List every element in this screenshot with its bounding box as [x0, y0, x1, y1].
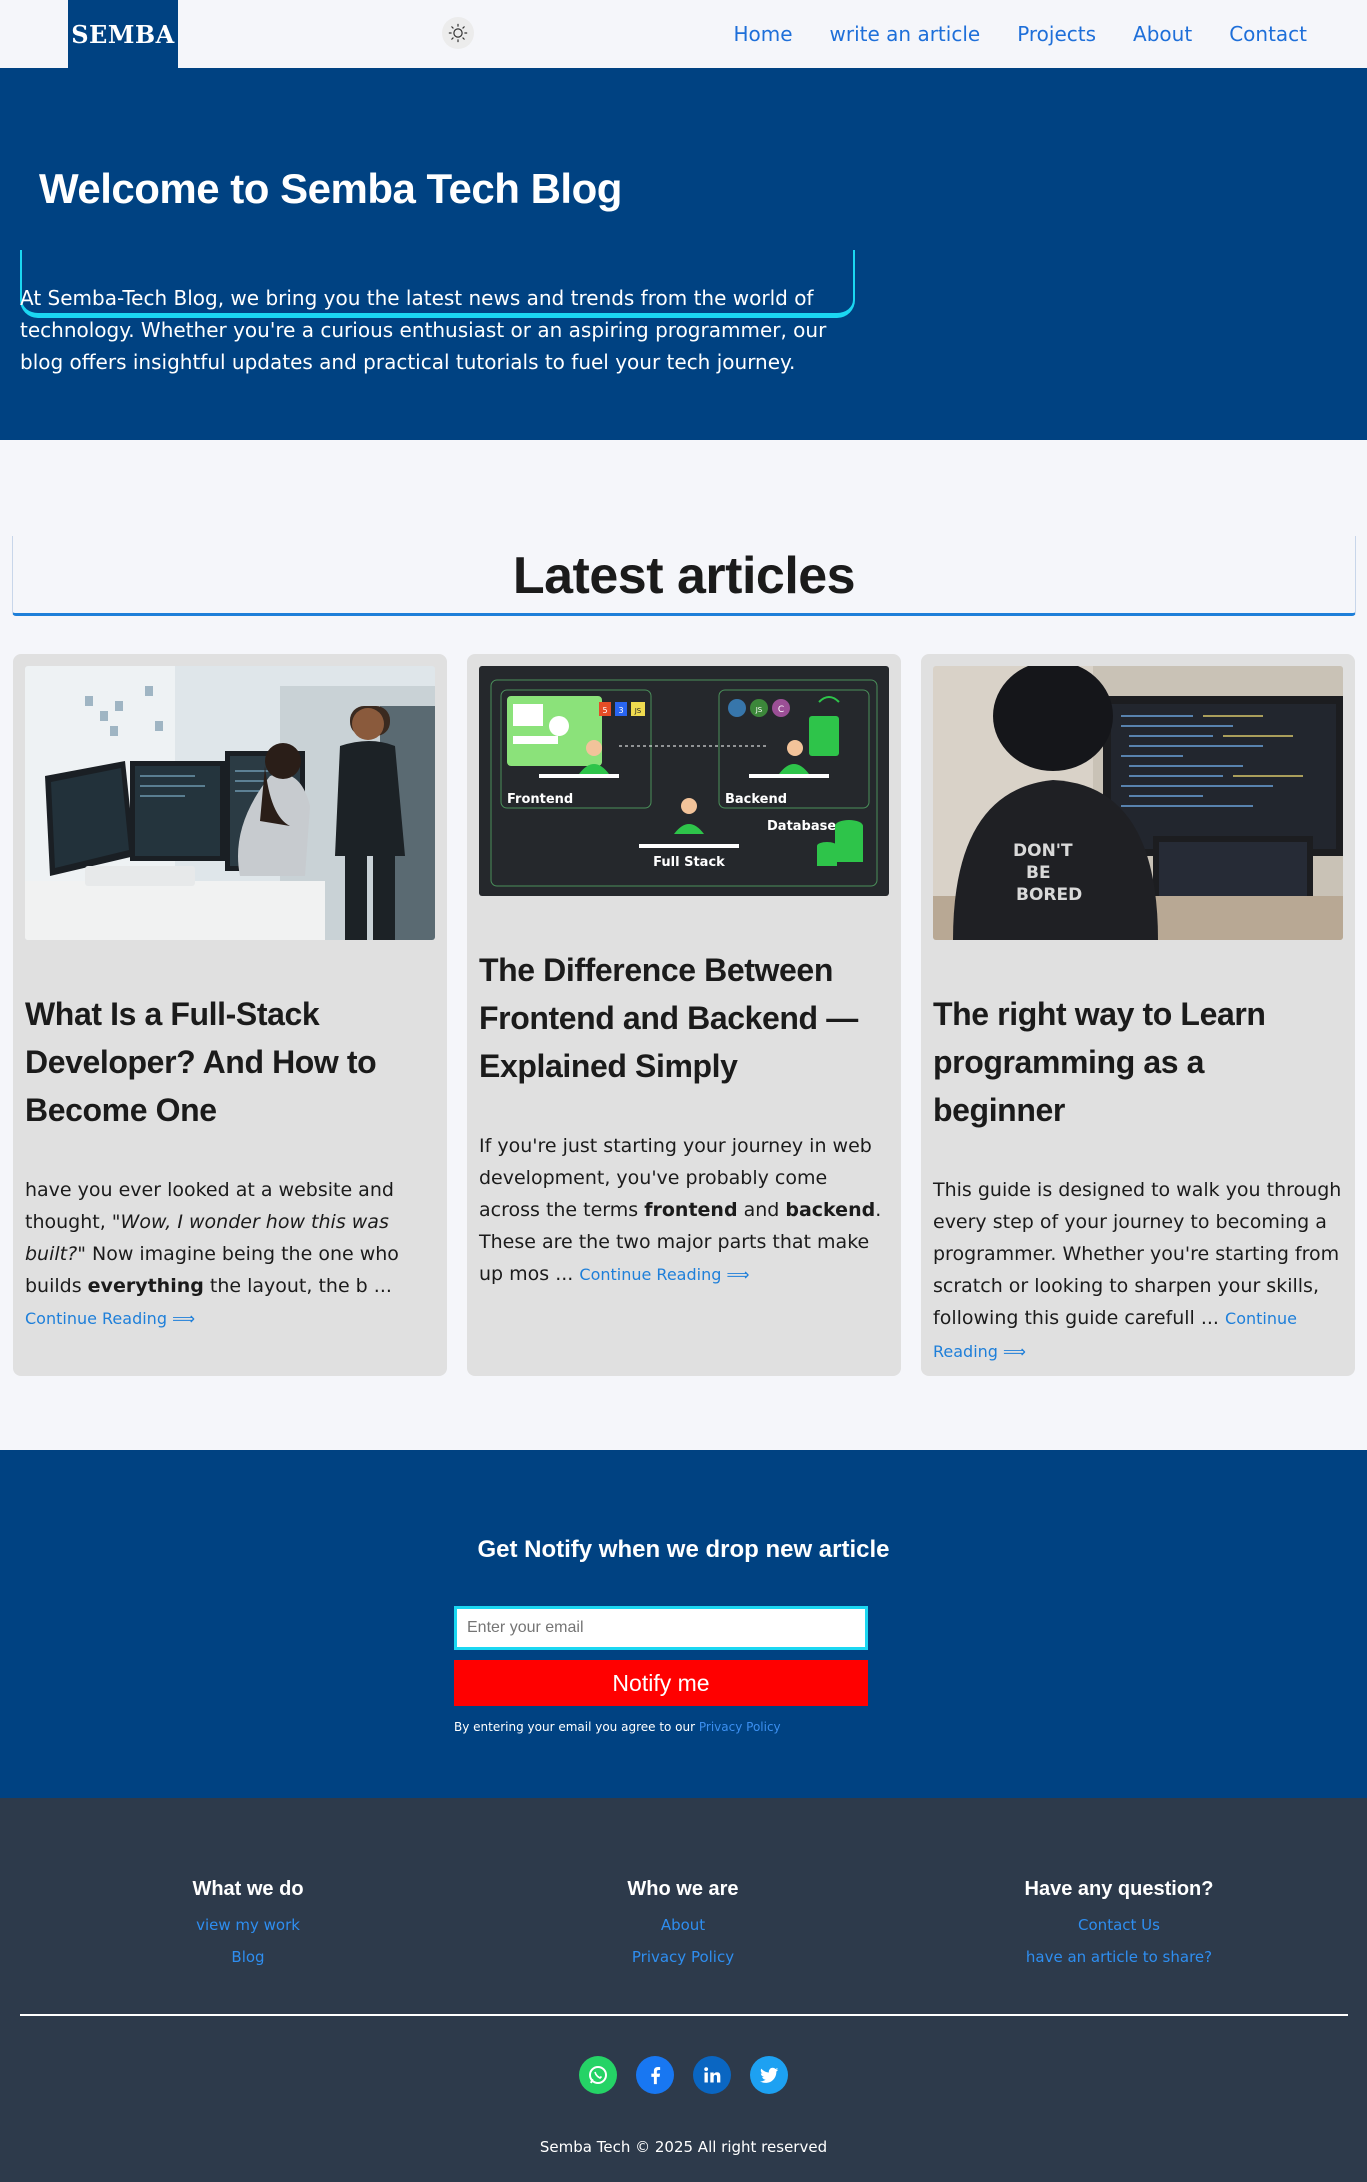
footer-link-blog[interactable]: Blog	[78, 1941, 418, 1973]
footer-link-share-article[interactable]: have an article to share?	[949, 1941, 1289, 1973]
footer-column-title: Who we are	[627, 1878, 739, 1900]
top-nav: SEMBA Home write an article Projects Abo…	[0, 0, 1367, 68]
article-image-learn-programming[interactable]: DON'T BE BORED	[933, 666, 1343, 940]
article-image-fullstack[interactable]	[25, 666, 435, 940]
svg-text:Frontend: Frontend	[507, 792, 573, 807]
hero-section: Welcome to Semba Tech Blog At Semba-Tech…	[0, 68, 1367, 440]
svg-text:JS: JS	[634, 707, 642, 715]
article-title[interactable]: What Is a Full-Stack Developer? And How …	[25, 990, 435, 1134]
article-excerpt: If you're just starting your journey in …	[479, 1135, 882, 1285]
footer-column-title: Have any question?	[1024, 1878, 1214, 1900]
latest-articles-section: Latest articles What Is a Full-Stack Dev…	[0, 440, 1367, 1450]
article-title[interactable]: The right way to Learn programming as a …	[933, 990, 1343, 1134]
nav-write-article-link[interactable]: write an article	[830, 22, 981, 46]
footer-column-questions: Have any question? Contact Us have an ar…	[949, 1878, 1289, 1973]
footer-link-view-work[interactable]: view my work	[78, 1909, 418, 1941]
nav-contact-link[interactable]: Contact	[1229, 22, 1307, 46]
nav-about-link[interactable]: About	[1133, 22, 1192, 46]
footer-link-about[interactable]: About	[513, 1909, 853, 1941]
article-excerpt: This guide is designed to walk you throu…	[933, 1179, 1342, 1361]
footer-column-title: What we do	[192, 1878, 304, 1900]
nav-projects-link[interactable]: Projects	[1017, 22, 1096, 46]
email-input[interactable]	[454, 1606, 868, 1650]
notify-me-button[interactable]: Notify me	[454, 1660, 868, 1706]
svg-text:BORED: BORED	[1016, 885, 1082, 905]
article-card[interactable]: What Is a Full-Stack Developer? And How …	[13, 654, 447, 1376]
article-title[interactable]: The Difference Between Frontend and Back…	[479, 946, 889, 1090]
theme-toggle-button[interactable]	[442, 17, 474, 49]
svg-text:Database: Database	[767, 819, 836, 834]
svg-text:DON'T: DON'T	[1013, 841, 1073, 861]
social-links	[0, 2056, 1367, 2094]
footer-divider	[20, 2014, 1348, 2016]
svg-text:Full Stack: Full Stack	[653, 855, 725, 870]
twitter-icon[interactable]	[750, 2056, 788, 2094]
linkedin-icon[interactable]	[693, 2056, 731, 2094]
copyright-text: Semba Tech © 2025 All right reserved	[539, 2138, 828, 2156]
hero-title: Welcome to Semba Tech Blog	[39, 165, 622, 212]
section-heading-frame: Latest articles	[12, 536, 1356, 616]
continue-reading-link[interactable]: Continue Reading ⟹	[25, 1309, 195, 1328]
svg-text:Backend: Backend	[725, 792, 787, 807]
article-cards: What Is a Full-Stack Developer? And How …	[13, 654, 1355, 1376]
svg-text:5: 5	[602, 706, 607, 715]
footer-column-who-we-are: Who we are About Privacy Policy	[513, 1878, 853, 1973]
sun-icon	[448, 23, 468, 43]
section-heading: Latest articles	[512, 547, 856, 605]
site-logo[interactable]: SEMBA	[68, 0, 178, 68]
svg-text:C: C	[778, 705, 784, 715]
svg-text:BE: BE	[1026, 863, 1051, 883]
continue-reading-link[interactable]: Continue Reading ⟹	[579, 1265, 749, 1284]
whatsapp-icon[interactable]	[579, 2056, 617, 2094]
article-excerpt: have you ever looked at a website and th…	[25, 1179, 399, 1328]
site-footer: What we do view my work Blog Who we are …	[0, 1798, 1367, 2182]
newsletter-title: Get Notify when we drop new article	[477, 1536, 890, 1563]
article-card[interactable]: DON'T BE BORED The right way to Learn pr…	[921, 654, 1355, 1376]
svg-text:JS: JS	[755, 706, 763, 714]
nav-home-link[interactable]: Home	[733, 22, 792, 46]
consent-text: By entering your email you agree to our …	[454, 1720, 781, 1734]
footer-column-what-we-do: What we do view my work Blog	[78, 1878, 418, 1973]
newsletter-section: Get Notify when we drop new article Noti…	[0, 1450, 1367, 1798]
article-card[interactable]: 5 3 JS Frontend JS C Backend Full Stack …	[467, 654, 901, 1376]
footer-link-privacy-policy[interactable]: Privacy Policy	[513, 1941, 853, 1973]
nav-links: Home write an article Projects About Con…	[733, 0, 1307, 68]
privacy-policy-link[interactable]: Privacy Policy	[699, 1720, 781, 1734]
article-image-frontend-backend[interactable]: 5 3 JS Frontend JS C Backend Full Stack …	[479, 666, 889, 896]
facebook-icon[interactable]	[636, 2056, 674, 2094]
hero-description: At Semba-Tech Blog, we bring you the lat…	[20, 286, 827, 374]
footer-link-contact-us[interactable]: Contact Us	[949, 1909, 1289, 1941]
svg-text:3: 3	[618, 706, 623, 715]
